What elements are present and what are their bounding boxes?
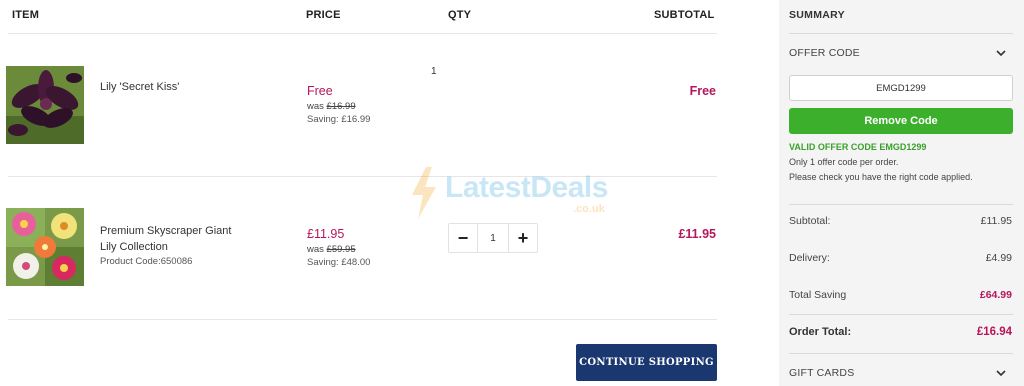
lily-collection-image xyxy=(6,208,84,286)
cart-table: ITEM PRICE QTY SUBTOTAL Lily 'Secret Kis… xyxy=(0,0,730,386)
chevron-down-icon[interactable] xyxy=(995,47,1007,59)
quantity-stepper[interactable]: − 1 + xyxy=(448,223,538,253)
offer-note: Please check you have the right code app… xyxy=(789,172,973,182)
divider xyxy=(8,319,717,320)
divider xyxy=(789,353,1013,354)
divider xyxy=(789,204,1013,205)
subtotal-value: £11.95 xyxy=(980,215,1012,227)
price-current: Free xyxy=(307,84,333,98)
product-code: Product Code:650086 xyxy=(100,256,193,267)
price-saving: Saving: £48.00 xyxy=(307,257,371,268)
delivery-value: £4.99 xyxy=(985,252,1012,264)
chevron-down-icon[interactable] xyxy=(995,367,1007,379)
header-subtotal: SUBTOTAL xyxy=(654,9,715,21)
lightning-icon xyxy=(412,167,436,219)
product-name[interactable]: Premium Skyscraper Giant Lily Collection xyxy=(100,223,231,255)
divider xyxy=(789,33,1013,34)
offer-code-input[interactable] xyxy=(789,75,1013,101)
total-saving-value: £64.99 xyxy=(979,289,1012,301)
order-total-value: £16.94 xyxy=(976,326,1012,338)
subtotal-label: Subtotal: xyxy=(789,215,831,227)
price-was: was £59.95 xyxy=(307,244,356,255)
divider xyxy=(789,314,1013,315)
decrease-quantity-button[interactable]: − xyxy=(449,224,477,252)
offer-note: Only 1 offer code per order. xyxy=(789,157,899,167)
header-item: ITEM xyxy=(12,9,40,21)
divider xyxy=(8,176,717,177)
quantity-value[interactable]: 1 xyxy=(477,224,509,252)
order-summary-panel: SUMMARY OFFER CODE Remove Code VALID OFF… xyxy=(779,0,1024,386)
valid-code-message: VALID OFFER CODE EMGD1299 xyxy=(789,142,927,152)
divider xyxy=(8,33,717,34)
row-subtotal: £11.95 xyxy=(678,227,716,241)
qty-value: 1 xyxy=(431,66,437,77)
delivery-label: Delivery: xyxy=(789,252,830,264)
price-saving: Saving: £16.99 xyxy=(307,114,371,125)
product-image[interactable] xyxy=(6,66,84,144)
price-was: was £16.99 xyxy=(307,101,356,112)
header-price: PRICE xyxy=(306,9,341,21)
lily-dark-purple-image xyxy=(6,66,84,144)
order-total-label: Order Total: xyxy=(789,326,852,338)
watermark: LatestDeals .co.uk xyxy=(408,167,623,219)
row-subtotal: Free xyxy=(689,84,716,98)
product-name[interactable]: Lily 'Secret Kiss' xyxy=(100,79,179,95)
product-image[interactable] xyxy=(6,208,84,286)
gift-cards-toggle[interactable]: GIFT CARDS xyxy=(789,367,854,379)
offer-code-toggle[interactable]: OFFER CODE xyxy=(789,47,860,59)
price-current: £11.95 xyxy=(307,227,345,241)
remove-code-button[interactable]: Remove Code xyxy=(789,108,1013,134)
continue-shopping-button[interactable]: CONTINUE SHOPPING xyxy=(576,344,717,381)
watermark-sub: .co.uk xyxy=(573,203,605,215)
summary-title: SUMMARY xyxy=(789,9,845,21)
total-saving-label: Total Saving xyxy=(789,289,847,301)
header-qty: QTY xyxy=(448,9,472,21)
increase-quantity-button[interactable]: + xyxy=(509,224,537,252)
